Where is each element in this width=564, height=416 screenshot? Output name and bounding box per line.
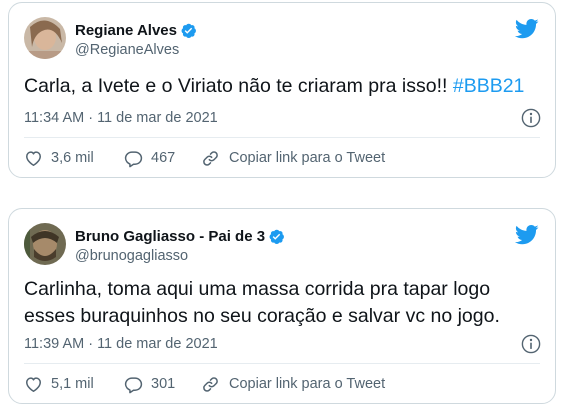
link-icon [203,150,218,166]
like-button[interactable]: 3,6 mil [24,149,124,168]
display-name[interactable]: Regiane Alves [75,22,177,39]
user-handle[interactable]: @RegianeAlves [75,42,179,58]
hashtag-link[interactable]: #BBB21 [453,75,525,97]
like-count: 5,1 mil [51,376,94,392]
info-icon[interactable] [521,108,541,128]
tweet-actions: 3,6 mil 467 Copiar link para o Tweet [24,147,385,169]
copy-link-button[interactable]: Copiar link para o Tweet [201,149,385,168]
tweet-body: Carla, a Ivete e o Viriato não te criara… [24,75,448,97]
verified-badge-icon [268,228,285,245]
copy-link-label: Copiar link para o Tweet [229,376,386,392]
reply-icon [124,376,143,393]
avatar[interactable] [24,17,66,59]
tweet-text: Carlinha, toma aqui uma massa corrida pr… [24,276,544,330]
reply-button[interactable]: 301 [124,375,201,394]
tweet-card[interactable]: Bruno Gagliasso - Pai de 3 @brunogaglias… [8,208,556,404]
info-icon[interactable] [521,334,541,354]
heart-icon [26,150,41,166]
like-button[interactable]: 5,1 mil [24,375,124,394]
copy-link-button[interactable]: Copiar link para o Tweet [201,375,385,394]
reply-button[interactable]: 467 [124,149,201,168]
tweet-body-line-1: Carlinha, toma aqui uma massa corrida pr… [24,278,491,300]
divider [24,137,540,138]
twitter-bird-icon[interactable] [514,225,539,245]
display-name[interactable]: Bruno Gagliasso - Pai de 3 [75,228,265,245]
reply-icon [124,150,143,167]
tweet-card[interactable]: Regiane Alves @RegianeAlves Carla, a Ive… [8,2,556,178]
heart-icon [26,376,41,392]
timestamp[interactable]: 11:34 AM · 11 de mar de 2021 [24,110,218,126]
verified-badge-icon [180,22,197,39]
tweet-actions: 5,1 mil 301 Copiar link para o Tweet [24,373,385,395]
like-count: 3,6 mil [51,150,94,166]
copy-link-label: Copiar link para o Tweet [229,150,386,166]
tweet-body-line-2: esses buraquinhos no seu coração e salva… [24,305,500,327]
reply-count: 301 [151,376,176,392]
user-handle[interactable]: @brunogagliasso [75,248,188,264]
avatar[interactable] [24,223,66,265]
tweet-text: Carla, a Ivete e o Viriato não te criara… [24,73,544,100]
link-icon [203,376,218,392]
twitter-bird-icon[interactable] [514,19,539,39]
divider [24,363,540,364]
reply-count: 467 [151,150,176,166]
timestamp[interactable]: 11:39 AM · 11 de mar de 2021 [24,336,218,352]
